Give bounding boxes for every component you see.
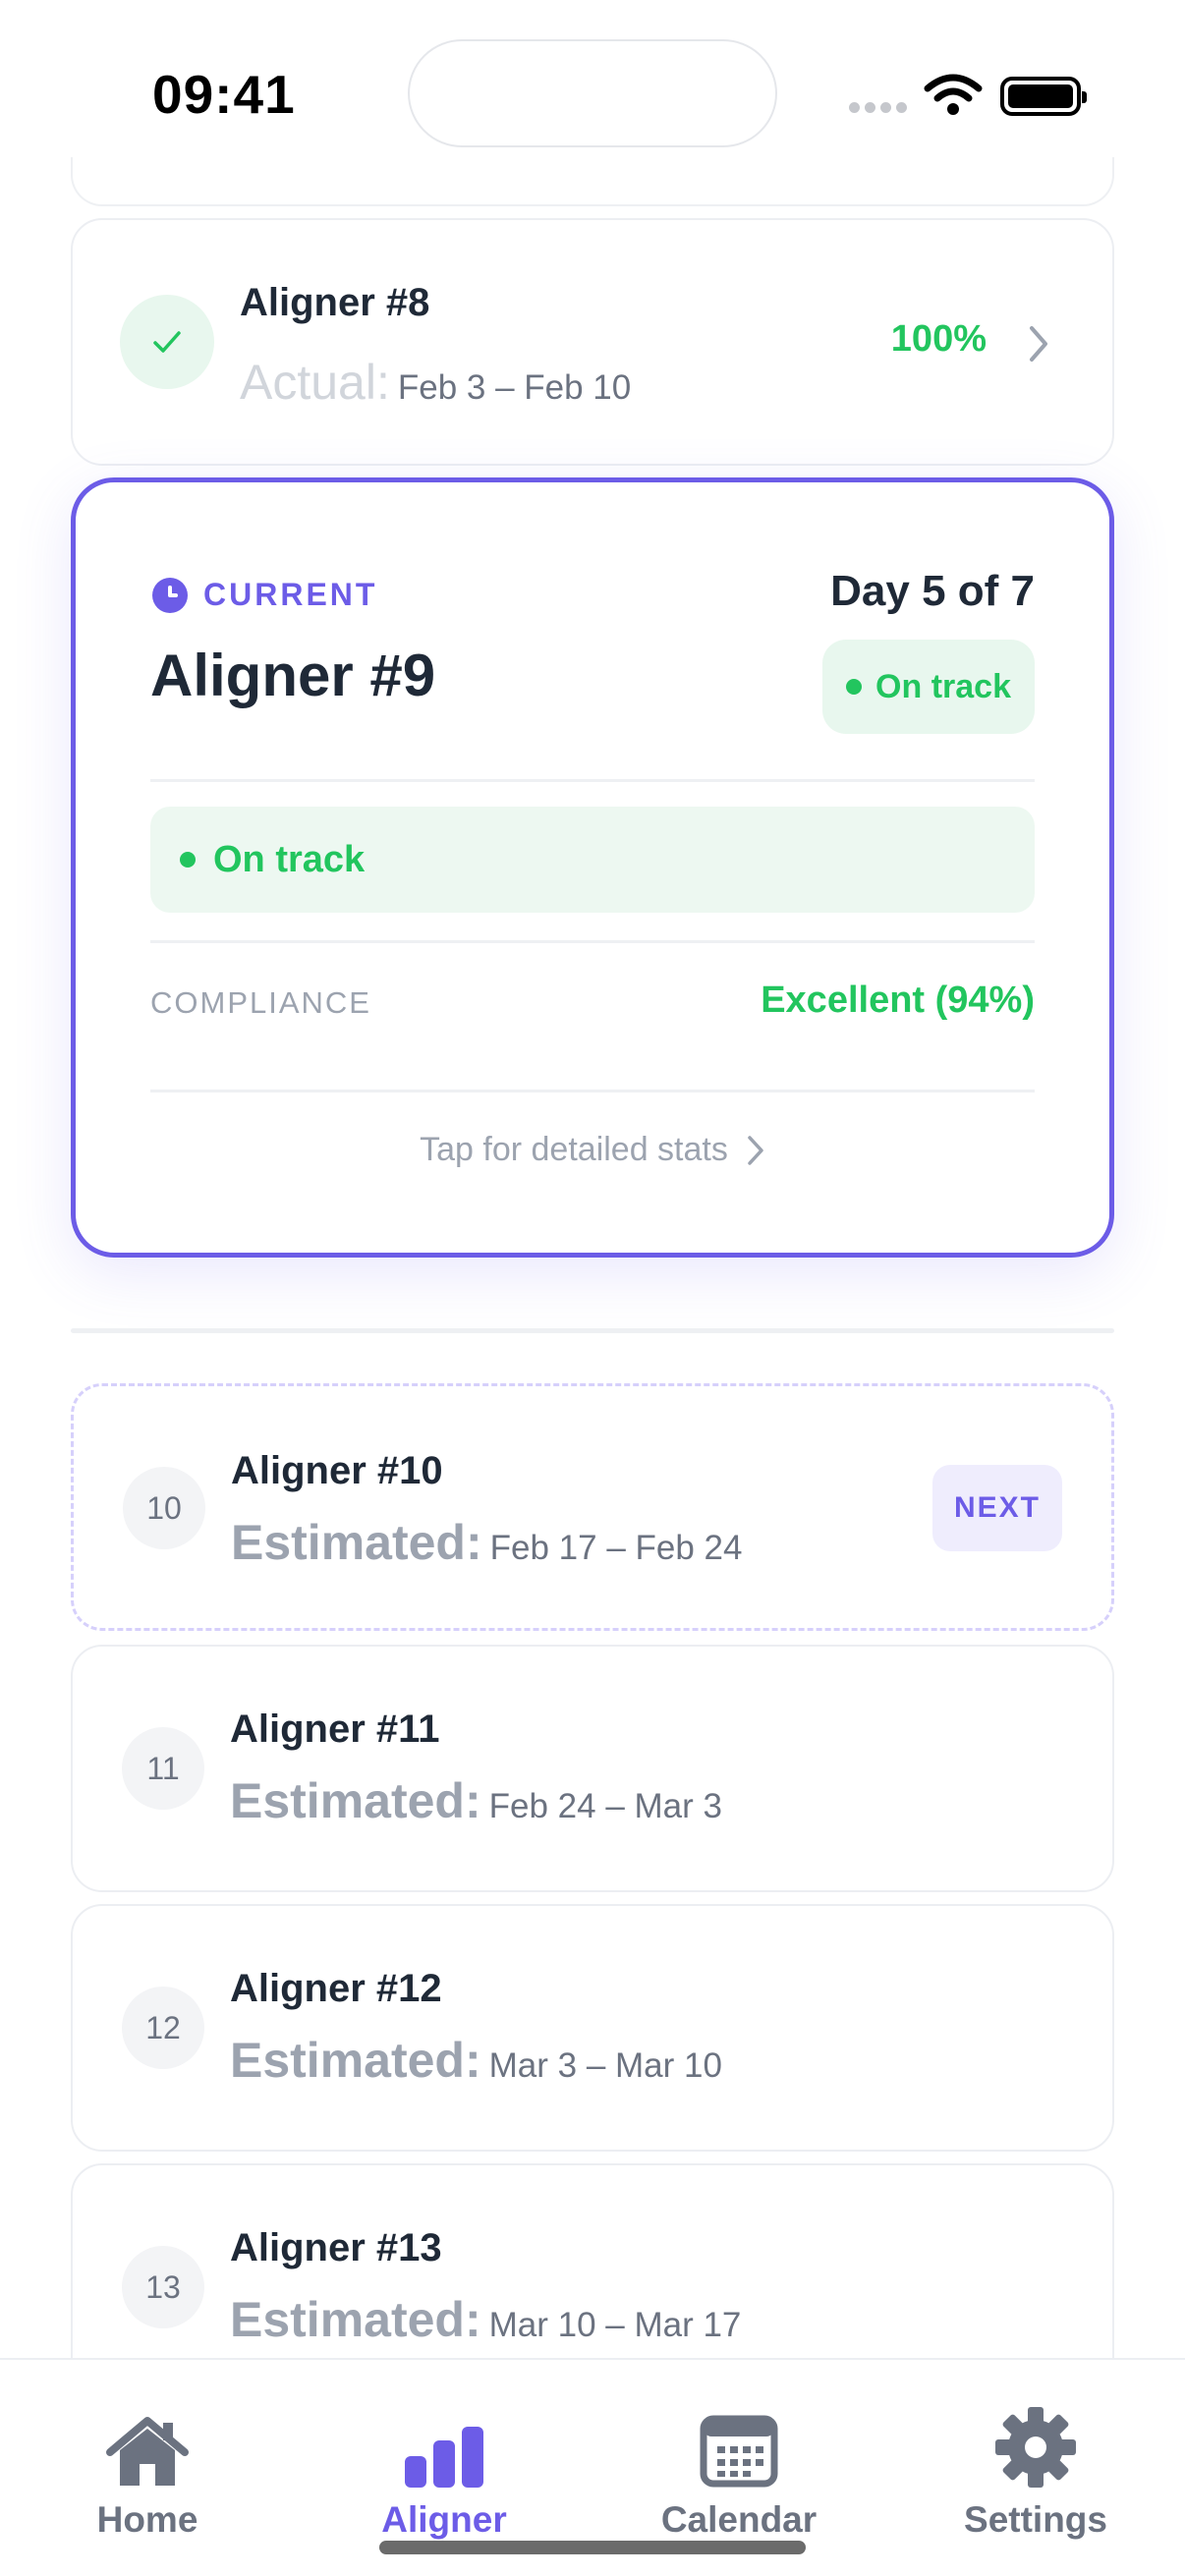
- check-icon: [120, 295, 214, 389]
- aligner-dates: Estimated: Feb 17 – Feb 24: [231, 1514, 742, 1571]
- aligner-dates: Estimated: Mar 3 – Mar 10: [230, 2032, 722, 2089]
- upcoming-aligner-card[interactable]: 13 Aligner #13 Estimated: Mar 10 – Mar 17: [71, 2163, 1114, 2358]
- day-count: Day 5 of 7: [830, 567, 1035, 615]
- tab-home[interactable]: Home: [49, 2409, 246, 2541]
- dates-label: Estimated:: [230, 2292, 481, 2347]
- compliance-value: Excellent (94%): [761, 980, 1035, 1021]
- aligner-dates: Actual: Feb 3 – Feb 10: [240, 354, 631, 411]
- upcoming-aligner-card[interactable]: 11 Aligner #11 Estimated: Feb 24 – Mar 3: [71, 1645, 1114, 1892]
- dates-label: Estimated:: [230, 2033, 481, 2088]
- dates-value: Feb 3 – Feb 10: [397, 368, 632, 407]
- divider: [150, 940, 1035, 943]
- dates-label: Actual:: [240, 355, 390, 410]
- current-aligner-title: Aligner #9: [150, 643, 436, 708]
- aligner-title: Aligner #13: [230, 2226, 442, 2269]
- dates-label: Estimated:: [231, 1515, 482, 1570]
- aligner-number: 13: [122, 2246, 204, 2328]
- status-time: 09:41: [152, 64, 296, 125]
- chevron-right-icon: [1030, 326, 1047, 362]
- current-label-text: CURRENT: [203, 577, 378, 612]
- aligner-number: 12: [122, 1987, 204, 2069]
- progress-percent: 100%: [890, 318, 987, 360]
- dates-value: Mar 10 – Mar 17: [488, 2306, 742, 2344]
- status-badge: On track: [822, 640, 1035, 734]
- tab-aligner[interactable]: Aligner: [346, 2409, 542, 2541]
- bar-chart-icon: [405, 2427, 483, 2488]
- dates-value: Feb 24 – Mar 3: [488, 1787, 722, 1825]
- aligner-title: Aligner #12: [230, 1967, 442, 2010]
- divider: [150, 1090, 1035, 1092]
- tab-calendar[interactable]: Calendar: [641, 2409, 837, 2541]
- status-badge-text: On track: [875, 667, 1011, 705]
- tab-settings[interactable]: Settings: [937, 2407, 1134, 2541]
- aligner-number: 10: [123, 1467, 205, 1549]
- tab-label: Settings: [964, 2499, 1107, 2540]
- current-aligner-card[interactable]: CURRENT Aligner #9 Day 5 of 7 On track O…: [71, 477, 1114, 1258]
- aligner-title: Aligner #11: [230, 1708, 440, 1751]
- divider: [150, 779, 1035, 782]
- aligner-title: Aligner #8: [240, 281, 430, 324]
- aligner-dates: Estimated: Mar 10 – Mar 17: [230, 2291, 741, 2348]
- dates-value: Mar 3 – Mar 10: [488, 2046, 722, 2085]
- aligner-title: Aligner #10: [231, 1449, 443, 1492]
- battery-icon: [1000, 77, 1087, 116]
- aligner-timeline[interactable]: Aligner #8 Actual: Feb 3 – Feb 10 100% CU…: [0, 0, 1185, 2358]
- detailed-stats-text: Tap for detailed stats: [420, 1131, 728, 1168]
- tab-label: Calendar: [660, 2499, 818, 2540]
- status-banner: On track: [150, 807, 1035, 913]
- gear-icon: [995, 2407, 1076, 2488]
- calendar-icon: [700, 2415, 778, 2488]
- section-divider: [71, 1328, 1114, 1333]
- status-dot-icon: [846, 679, 863, 695]
- current-label: CURRENT: [152, 577, 377, 613]
- clock-icon: [152, 577, 188, 613]
- dates-value: Feb 17 – Feb 24: [489, 1529, 743, 1567]
- detailed-stats-link[interactable]: Tap for detailed stats: [76, 1131, 1109, 1169]
- next-badge: NEXT: [932, 1465, 1062, 1551]
- aligner-dates: Estimated: Feb 24 – Mar 3: [230, 1772, 722, 1829]
- status-banner-text: On track: [213, 838, 366, 880]
- compliance-label: COMPLIANCE: [150, 985, 371, 1020]
- completed-aligner-card[interactable]: Aligner #8 Actual: Feb 3 – Feb 10 100%: [71, 218, 1114, 466]
- dynamic-island: [408, 39, 777, 147]
- chevron-right-icon: [748, 1135, 763, 1165]
- dates-label: Estimated:: [230, 1773, 481, 1828]
- aligner-number: 11: [122, 1727, 204, 1810]
- home-indicator: [379, 2541, 806, 2554]
- status-dot-icon: [180, 852, 196, 868]
- cellular-signal-icon: [849, 102, 907, 113]
- home-icon: [106, 2417, 189, 2486]
- upcoming-aligner-card[interactable]: 12 Aligner #12 Estimated: Mar 3 – Mar 10: [71, 1904, 1114, 2152]
- next-aligner-card[interactable]: 10 Aligner #10 Estimated: Feb 17 – Feb 24…: [71, 1383, 1114, 1631]
- status-bar: 09:41: [0, 0, 1185, 157]
- tab-label: Home: [96, 2499, 198, 2540]
- tab-label: Aligner: [381, 2499, 507, 2540]
- wifi-icon: [924, 74, 983, 115]
